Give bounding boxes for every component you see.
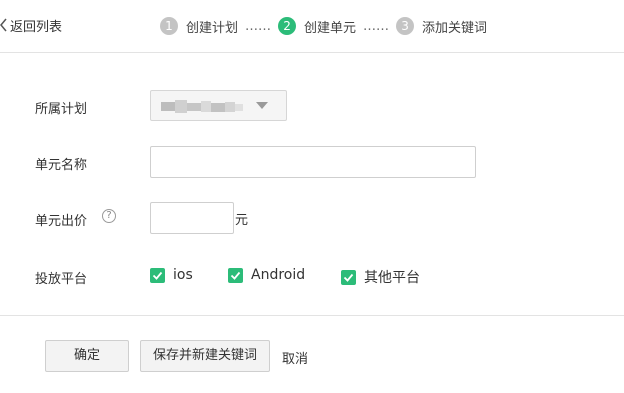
step-label: 创建单元: [304, 20, 357, 36]
divider: [0, 315, 624, 316]
plan-select[interactable]: [150, 90, 287, 121]
platform-label: 投放平台: [35, 272, 88, 287]
step-separator: ……: [363, 18, 390, 34]
platform-checkbox-ios[interactable]: ios: [150, 267, 193, 283]
step-number: 3: [396, 17, 415, 35]
chevron-left-icon: [0, 18, 7, 32]
plan-label: 所属计划: [35, 102, 88, 117]
step-label: 创建计划: [186, 20, 239, 36]
unit-name-label: 单元名称: [35, 158, 88, 173]
checkbox-label: 其他平台: [364, 270, 420, 286]
redacted-plan-name: [161, 100, 243, 113]
bid-label: 单元出价: [35, 214, 88, 229]
checkbox-label: ios: [173, 267, 193, 283]
platform-checkbox-android[interactable]: Android: [228, 267, 305, 283]
question-circle-icon[interactable]: ?: [102, 209, 116, 223]
step-indicator: 1 创建计划 …… 2 创建单元 …… 3 添加关键词: [160, 16, 487, 36]
cancel-link[interactable]: 取消: [282, 348, 308, 367]
top-bar: 返回列表 1 创建计划 …… 2 创建单元 …… 3 添加关键词: [0, 0, 624, 53]
step-label: 添加关键词: [422, 20, 488, 36]
confirm-button[interactable]: 确定: [45, 340, 129, 372]
step-add-keywords: 3 添加关键词: [396, 17, 487, 36]
bid-input[interactable]: [150, 202, 234, 234]
checkbox-checked-icon: [341, 269, 356, 285]
step-number: 1: [160, 17, 178, 35]
caret-down-icon: [256, 102, 268, 109]
platform-checkbox-other[interactable]: 其他平台: [341, 267, 420, 287]
unit-name-input[interactable]: [150, 146, 476, 178]
bid-unit: 元: [235, 213, 249, 228]
step-number: 2: [278, 17, 297, 35]
step-separator: ……: [245, 18, 272, 34]
step-create-plan: 1 创建计划: [160, 17, 238, 36]
checkbox-checked-icon: [228, 267, 243, 283]
checkbox-checked-icon: [150, 267, 165, 283]
step-create-unit: 2 创建单元: [278, 17, 356, 36]
checkbox-label: Android: [251, 267, 306, 283]
save-and-new-keyword-button[interactable]: 保存并新建关键词: [140, 340, 270, 372]
back-label: 返回列表: [10, 19, 63, 35]
back-to-list-link[interactable]: 返回列表: [0, 15, 62, 35]
